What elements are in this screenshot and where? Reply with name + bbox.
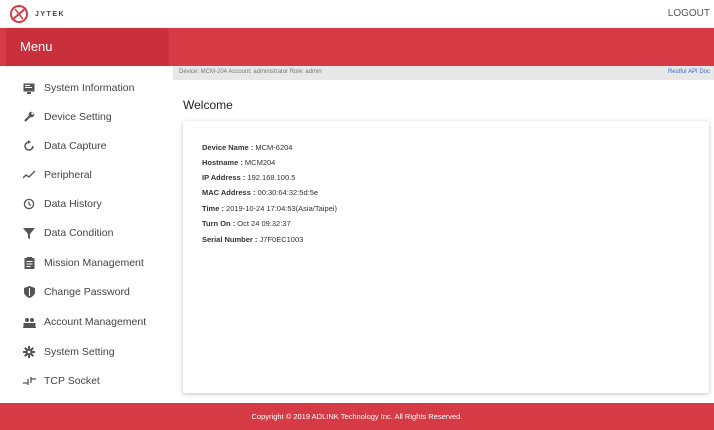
detail-value: 00:30:64:32:5d:5e xyxy=(255,188,319,197)
menu-header: Menu xyxy=(8,28,167,66)
wrench-icon xyxy=(22,110,36,124)
detail-label: Turn On : xyxy=(202,219,236,228)
footer: Copyright © 2019 ADLINK Technology Inc. … xyxy=(0,403,714,430)
detail-label: IP Address : xyxy=(202,173,246,182)
sidebar-item-label: TCP Socket xyxy=(44,375,100,387)
sidebar-item-peripheral[interactable]: Peripheral xyxy=(8,160,167,190)
sidebar-item-system-setting[interactable]: System Setting xyxy=(8,337,167,367)
sidebar-item-label: System Setting xyxy=(44,346,115,358)
detail-label: MAC Address : xyxy=(202,188,256,197)
page-title: Welcome xyxy=(183,98,233,112)
sidebar-item-label: Mission Management xyxy=(44,257,144,269)
sidebar-item-account-management[interactable]: Account Management xyxy=(8,307,167,337)
sidebar: System Information Device Setting Data C… xyxy=(8,66,167,402)
sidebar-item-change-password[interactable]: Change Password xyxy=(8,277,167,307)
device-details-card: Device Name : MCM-6204 Hostname : MCM204… xyxy=(183,121,709,393)
detail-hostname: Hostname : MCM204 xyxy=(202,158,275,167)
detail-label: Time : xyxy=(202,204,224,213)
sidebar-item-label: System Information xyxy=(44,82,135,94)
sidebar-item-system-information[interactable]: System Information xyxy=(8,73,167,103)
detail-value: Oct 24 09:32:37 xyxy=(235,219,291,228)
sidebar-item-label: Account Management xyxy=(44,316,147,328)
detail-time: Time : 2019-10-24 17:04:53(Asia/Taipei) xyxy=(202,204,337,213)
sidebar-item-label: Peripheral xyxy=(44,169,92,181)
socket-icon xyxy=(22,374,36,388)
detail-value: 192.168.100.5 xyxy=(245,173,296,182)
detail-label: Device Name : xyxy=(202,143,254,152)
logout-button[interactable]: LOGOUT xyxy=(668,8,710,19)
detail-turn-on: Turn On : Oct 24 09:32:37 xyxy=(202,219,291,228)
detail-value: MCM204 xyxy=(242,158,276,167)
sidebar-item-mission-management[interactable]: Mission Management xyxy=(8,248,167,278)
shield-icon xyxy=(22,285,36,299)
sidebar-item-tcp-socket[interactable]: TCP Socket xyxy=(8,366,167,396)
users-icon xyxy=(22,315,36,329)
menu-title: Menu xyxy=(20,39,53,54)
sidebar-item-label: Data Condition xyxy=(44,227,114,239)
sidebar-item-device-setting[interactable]: Device Setting xyxy=(8,102,167,132)
detail-device-name: Device Name : MCM-6204 xyxy=(202,143,292,152)
sidebar-item-data-capture[interactable]: Data Capture xyxy=(8,131,167,161)
sidebar-item-label: Change Password xyxy=(44,286,130,298)
detail-value: 2019-10-24 17:04:53(Asia/Taipei) xyxy=(223,204,337,213)
company-logo[interactable]: JYTEK xyxy=(8,4,65,24)
logo-icon xyxy=(10,5,28,23)
logo-text: JYTEK xyxy=(35,10,66,18)
top-bar: JYTEK LOGOUT xyxy=(0,0,714,28)
monitor-icon xyxy=(22,81,36,95)
detail-label: Hostname : xyxy=(202,158,243,167)
detail-value: MCM-6204 xyxy=(253,143,293,152)
device-account-role-text: Device: MCM-204 Account: administrator R… xyxy=(179,69,322,75)
refresh-icon xyxy=(22,139,36,153)
wave-icon xyxy=(22,168,36,182)
sidebar-item-data-history[interactable]: Data History xyxy=(8,189,167,219)
detail-label: Serial Number : xyxy=(202,235,258,244)
restful-api-doc-link[interactable]: Restful API Doc xyxy=(668,69,710,75)
sidebar-item-label: Device Setting xyxy=(44,111,112,123)
detail-mac-address: MAC Address : 00:30:64:32:5d:5e xyxy=(202,188,318,197)
detail-ip-address: IP Address : 192.168.100.5 xyxy=(202,173,295,182)
device-info-bar: Device: MCM-204 Account: administrator R… xyxy=(173,66,714,80)
sidebar-item-label: Data History xyxy=(44,198,102,210)
sidebar-item-label: Data Capture xyxy=(44,140,107,152)
gear-icon xyxy=(22,345,36,359)
copyright-text: Copyright © 2019 ADLINK Technology Inc. … xyxy=(251,412,463,421)
detail-serial-number: Serial Number : J7F0EC1003 xyxy=(202,235,303,244)
filter-icon xyxy=(22,226,36,240)
sidebar-item-data-condition[interactable]: Data Condition xyxy=(8,218,167,248)
detail-value: J7F0EC1003 xyxy=(257,235,304,244)
clipboard-icon xyxy=(22,256,36,270)
history-icon xyxy=(22,197,36,211)
